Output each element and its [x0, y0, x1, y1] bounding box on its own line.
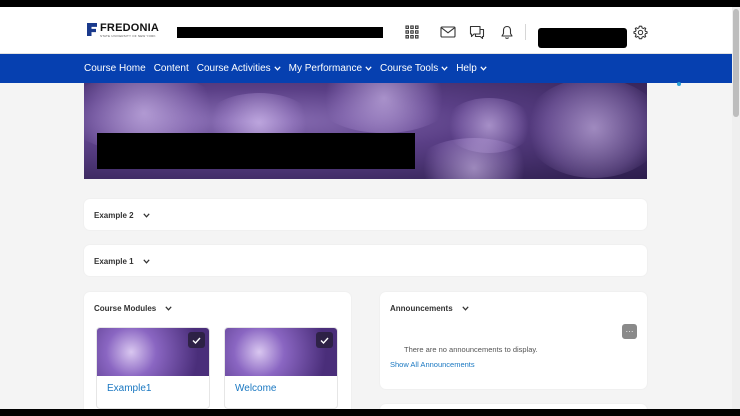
nav-label: Course Activities — [196, 63, 271, 74]
nav-my-performance[interactable]: My Performance — [289, 63, 372, 74]
more-options-button[interactable]: ··· — [622, 324, 637, 339]
redacted-banner-title — [97, 133, 415, 169]
apps-grid-icon — [405, 25, 419, 39]
redacted-course-title — [177, 27, 383, 38]
settings-button[interactable] — [629, 21, 651, 43]
banner-jellyfish — [314, 83, 454, 133]
widget-title: Example 1 — [94, 257, 134, 266]
logo-wordmark: FREDONIA — [100, 22, 160, 34]
chat-button[interactable] — [466, 21, 488, 43]
module-tile-example1[interactable]: Example1 — [96, 327, 210, 409]
chevron-down-icon — [462, 306, 469, 311]
nav-course-home[interactable]: Course Home — [84, 63, 146, 74]
notifications-button[interactable] — [496, 21, 518, 43]
nav-label: Course Home — [84, 63, 146, 74]
nav-help[interactable]: Help — [456, 63, 487, 74]
chevron-down-icon — [365, 66, 372, 71]
nav-content[interactable]: Content — [154, 63, 189, 74]
nav-label: Content — [153, 63, 189, 74]
module-title[interactable]: Welcome — [235, 383, 277, 394]
course-banner-image — [84, 83, 647, 179]
module-title[interactable]: Example1 — [107, 383, 151, 394]
completed-check-icon — [316, 332, 333, 348]
widget-course-modules: Course Modules Example1 Welcome — [84, 292, 351, 409]
redacted-user-menu[interactable] — [538, 28, 627, 48]
chevron-down-icon — [274, 66, 281, 71]
nav-label: My Performance — [288, 63, 363, 74]
widget-header[interactable]: Example 1 — [94, 257, 150, 266]
chat-icon — [469, 25, 485, 39]
top-header: FREDONIA STATE UNIVERSITY OF NEW YORK — [0, 7, 740, 54]
completed-check-icon — [188, 332, 205, 348]
page-scrollbar[interactable] — [732, 7, 740, 409]
widget-header[interactable]: Example 2 — [94, 211, 150, 220]
browser-frame: FREDONIA STATE UNIVERSITY OF NEW YORK Co… — [0, 7, 740, 409]
nav-course-tools[interactable]: Course Tools — [380, 63, 448, 74]
fredonia-logo[interactable]: FREDONIA STATE UNIVERSITY OF NEW YORK — [87, 23, 159, 39]
course-navbar: Course Home Content Course Activities My… — [0, 54, 732, 83]
widget-title: Example 2 — [94, 211, 134, 220]
banner-jellyfish — [524, 83, 647, 178]
widget-title: Course Modules — [94, 304, 157, 313]
widget-title: Announcements — [390, 304, 453, 313]
mail-button[interactable] — [437, 21, 459, 43]
module-tile-welcome[interactable]: Welcome — [224, 327, 338, 409]
widget-next — [380, 404, 647, 409]
header-divider — [525, 24, 526, 40]
widget-header[interactable]: Course Modules — [94, 304, 172, 313]
show-all-announcements-link[interactable]: Show All Announcements — [390, 360, 475, 369]
chevron-down-icon — [480, 66, 487, 71]
cursor-indicator — [677, 82, 681, 86]
empty-state-text: There are no announcements to display. — [404, 345, 538, 354]
widget-announcements: Announcements ··· There are no announcem… — [380, 292, 647, 389]
apps-grid-button[interactable] — [401, 21, 423, 43]
widget-header[interactable]: Announcements — [390, 304, 469, 313]
chevron-down-icon — [441, 66, 448, 71]
logo-tagline: STATE UNIVERSITY OF NEW YORK — [100, 34, 156, 38]
logo-mark-icon — [87, 23, 97, 36]
widget-example-1: Example 1 — [84, 245, 647, 276]
logo-text: FREDONIA STATE UNIVERSITY OF NEW YORK — [100, 23, 159, 38]
mail-icon — [440, 26, 456, 38]
widget-example-2: Example 2 — [84, 199, 647, 230]
nav-label: Help — [456, 63, 477, 74]
bell-icon — [501, 25, 513, 39]
nav-course-activities[interactable]: Course Activities — [197, 63, 281, 74]
nav-label: Course Tools — [380, 63, 439, 74]
gear-icon — [632, 25, 648, 39]
chevron-down-icon — [142, 213, 150, 218]
chevron-down-icon — [142, 259, 150, 264]
scrollbar-thumb[interactable] — [733, 9, 739, 117]
chevron-down-icon — [165, 306, 172, 311]
